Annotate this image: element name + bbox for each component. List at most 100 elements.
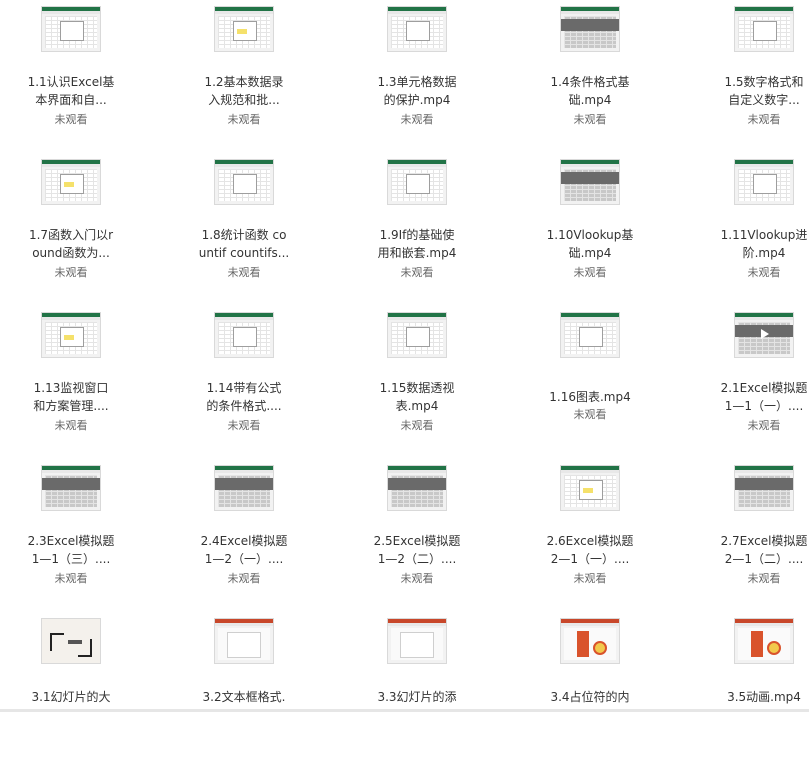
watch-status: 未观看 — [227, 113, 261, 126]
red-panel — [577, 631, 589, 657]
video-title[interactable]: 3.5动画.mp4 — [689, 688, 809, 706]
frame-corner-icon — [50, 633, 64, 651]
video-item[interactable]: 1.9If的基础使 用和嵌套.mp4 未观看 — [342, 153, 492, 303]
video-grid: 1.1认识Excel基 本界面和自... 未观看 1.2基本数据录 入规范和批...… — [0, 0, 809, 712]
video-thumbnail[interactable] — [214, 159, 274, 205]
video-thumbnail[interactable] — [387, 6, 447, 52]
video-thumbnail[interactable] — [387, 618, 447, 664]
video-item[interactable]: 2.7Excel模拟题 2—1（二）.... 未观看 — [689, 459, 809, 609]
video-item[interactable]: 1.1认识Excel基 本界面和自... 未观看 — [0, 0, 146, 150]
video-item[interactable]: 2.5Excel模拟题 1—2（二）.... 未观看 — [342, 459, 492, 609]
flower-icon — [593, 641, 607, 655]
watch-status: 未观看 — [747, 572, 781, 585]
video-thumbnail[interactable] — [560, 312, 620, 358]
watch-status: 未观看 — [400, 113, 434, 126]
toolbar-strip — [388, 470, 446, 473]
video-title[interactable]: 3.4占位符的内 — [515, 688, 665, 706]
video-item[interactable]: 3.4占位符的内 — [515, 612, 665, 762]
video-item[interactable]: 2.6Excel模拟题 2—1（一）.... 未观看 — [515, 459, 665, 609]
video-thumbnail[interactable] — [560, 6, 620, 52]
video-thumbnail[interactable] — [560, 618, 620, 664]
video-title[interactable]: 1.10Vlookup基 础.mp4 — [515, 226, 665, 262]
video-thumbnail[interactable] — [41, 159, 101, 205]
video-thumbnail[interactable] — [41, 618, 101, 664]
video-item[interactable]: 1.5数字格式和 自定义数字... 未观看 — [689, 0, 809, 150]
video-item[interactable]: 1.7函数入门以r ound函数为... 未观看 — [0, 153, 146, 303]
video-thumbnail[interactable] — [214, 618, 274, 664]
video-item[interactable]: 1.16图表.mp4 未观看 — [515, 306, 665, 456]
video-thumbnail[interactable] — [387, 312, 447, 358]
video-thumbnail[interactable] — [734, 312, 794, 358]
video-thumbnail[interactable] — [214, 465, 274, 511]
toolbar-strip — [735, 164, 793, 167]
video-title[interactable]: 3.3幻灯片的添 — [342, 688, 492, 706]
video-item[interactable]: 2.4Excel模拟题 1—2（一）.... 未观看 — [169, 459, 319, 609]
video-item[interactable]: 1.10Vlookup基 础.mp4 未观看 — [515, 153, 665, 303]
video-title[interactable]: 3.2文本框格式. — [169, 688, 319, 706]
toolbar-strip — [215, 470, 273, 473]
dialog-window — [753, 174, 777, 194]
video-item[interactable]: 1.4条件格式基 础.mp4 未观看 — [515, 0, 665, 150]
video-item[interactable]: 1.15数据透视 表.mp4 未观看 — [342, 306, 492, 456]
video-thumbnail[interactable] — [41, 312, 101, 358]
video-title[interactable]: 1.5数字格式和 自定义数字... — [689, 73, 809, 109]
toolbar-strip — [215, 317, 273, 320]
sheet-area — [564, 628, 616, 660]
toolbar-strip — [735, 470, 793, 473]
video-title[interactable]: 2.5Excel模拟题 1—2（二）.... — [342, 532, 492, 568]
video-thumbnail[interactable] — [41, 465, 101, 511]
watch-status: 未观看 — [227, 419, 261, 432]
video-item[interactable]: 1.2基本数据录 入规范和批... 未观看 — [169, 0, 319, 150]
video-thumbnail[interactable] — [41, 6, 101, 52]
slide-preview — [227, 632, 261, 658]
video-title[interactable]: 1.13监视窗口 和方案管理.... — [0, 379, 146, 415]
red-panel — [751, 631, 763, 657]
video-title[interactable]: 2.4Excel模拟题 1—2（一）.... — [169, 532, 319, 568]
video-title[interactable]: 1.11Vlookup进 阶.mp4 — [689, 226, 809, 262]
video-thumbnail[interactable] — [214, 6, 274, 52]
video-item[interactable]: 3.1幻灯片的大 — [0, 612, 146, 762]
video-item[interactable]: 1.13监视窗口 和方案管理.... 未观看 — [0, 306, 146, 456]
video-title[interactable]: 2.1Excel模拟题 1—1（一）.... — [689, 379, 809, 415]
video-item[interactable]: 3.3幻灯片的添 — [342, 612, 492, 762]
video-title[interactable]: 3.1幻灯片的大 — [0, 688, 146, 706]
video-thumbnail[interactable] — [387, 159, 447, 205]
video-title[interactable]: 2.3Excel模拟题 1—1（三）.... — [0, 532, 146, 568]
video-title[interactable]: 1.9If的基础使 用和嵌套.mp4 — [342, 226, 492, 262]
video-item[interactable]: 3.2文本框格式. — [169, 612, 319, 762]
video-title[interactable]: 1.15数据透视 表.mp4 — [342, 379, 492, 415]
video-title[interactable]: 2.6Excel模拟题 2—1（一）.... — [515, 532, 665, 568]
video-item[interactable]: 3.5动画.mp4 — [689, 612, 809, 762]
video-title[interactable]: 1.14带有公式 的条件格式.... — [169, 379, 319, 415]
video-thumbnail[interactable] — [560, 159, 620, 205]
video-title[interactable]: 1.16图表.mp4 — [515, 388, 665, 406]
video-title[interactable]: 1.7函数入门以r ound函数为... — [0, 226, 146, 262]
flower-icon — [767, 641, 781, 655]
watch-status: 未观看 — [54, 572, 88, 585]
video-item[interactable]: 1.8统计函数 co untif countifs... 未观看 — [169, 153, 319, 303]
video-title[interactable]: 1.8统计函数 co untif countifs... — [169, 226, 319, 262]
video-thumbnail[interactable] — [214, 312, 274, 358]
toolbar-strip — [388, 164, 446, 167]
video-title[interactable]: 1.2基本数据录 入规范和批... — [169, 73, 319, 109]
video-title[interactable]: 1.4条件格式基 础.mp4 — [515, 73, 665, 109]
video-thumbnail[interactable] — [734, 159, 794, 205]
video-item[interactable]: 1.11Vlookup进 阶.mp4 未观看 — [689, 153, 809, 303]
video-item[interactable]: 1.14带有公式 的条件格式.... 未观看 — [169, 306, 319, 456]
video-title[interactable]: 1.1认识Excel基 本界面和自... — [0, 73, 146, 109]
video-thumbnail[interactable] — [734, 6, 794, 52]
video-item[interactable]: 1.3单元格数据 的保护.mp4 未观看 — [342, 0, 492, 150]
dialog-window — [233, 174, 257, 194]
video-item[interactable]: 2.1Excel模拟题 1—1（一）.... 未观看 — [689, 306, 809, 456]
video-item[interactable]: 2.3Excel模拟题 1—1（三）.... 未观看 — [0, 459, 146, 609]
watch-status: 未观看 — [573, 408, 607, 421]
toolbar-strip — [388, 11, 446, 14]
video-thumbnail[interactable] — [560, 465, 620, 511]
dim-overlay — [215, 478, 273, 490]
video-title[interactable]: 1.3单元格数据 的保护.mp4 — [342, 73, 492, 109]
video-thumbnail[interactable] — [734, 465, 794, 511]
video-thumbnail[interactable] — [387, 465, 447, 511]
highlight-mark — [237, 29, 247, 34]
video-title[interactable]: 2.7Excel模拟题 2—1（二）.... — [689, 532, 809, 568]
video-thumbnail[interactable] — [734, 618, 794, 664]
